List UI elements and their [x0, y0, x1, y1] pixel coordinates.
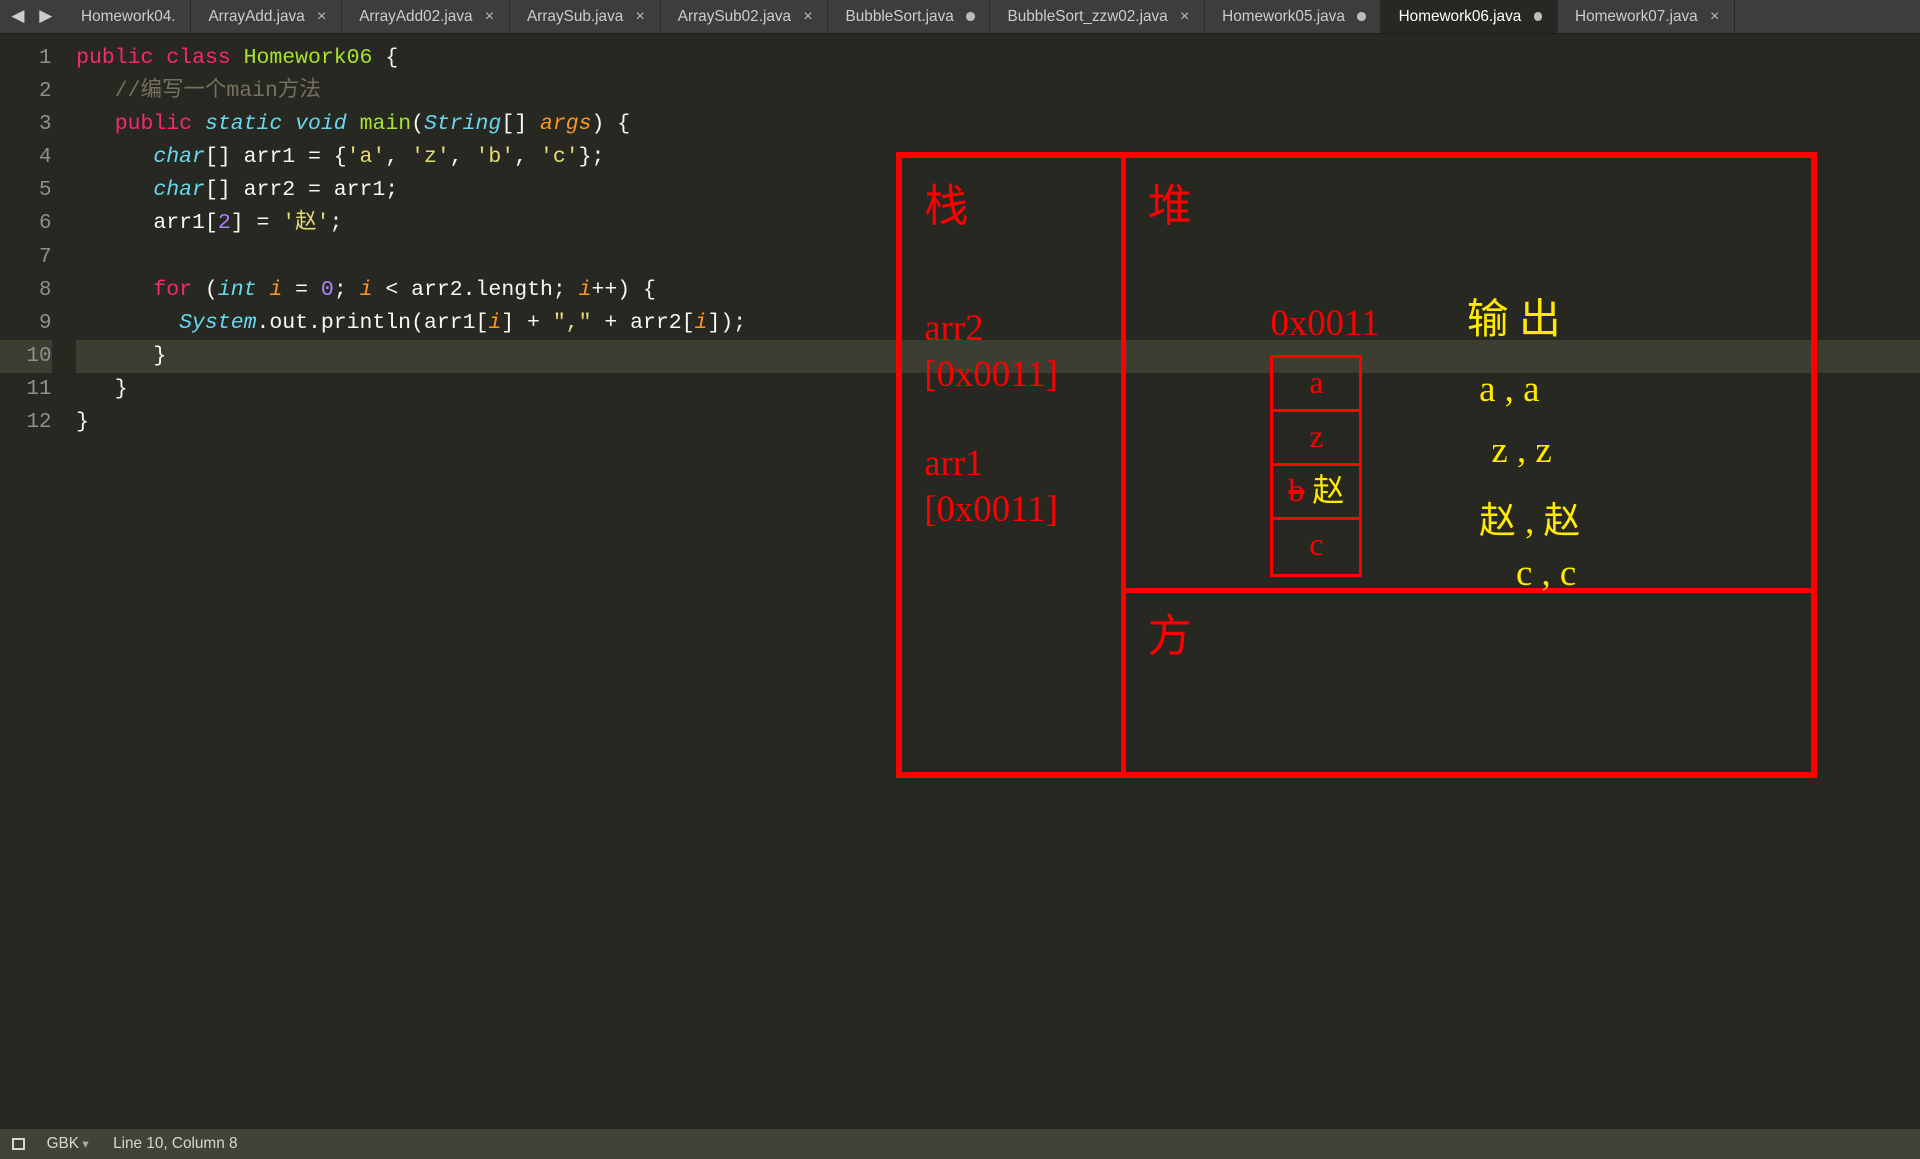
line-number: 10 — [0, 340, 52, 373]
line-number: 9 — [0, 307, 52, 340]
nav-arrows: ◀ ▶ — [0, 0, 64, 33]
tab-arraysub-java[interactable]: ArraySub.java × — [510, 0, 661, 33]
line-number: 11 — [0, 373, 52, 406]
dirty-indicator-icon — [966, 12, 975, 21]
status-bar: GBK Line 10, Column 8 Spaces: 2 Java — [0, 1129, 1920, 1158]
status-icon[interactable] — [12, 1138, 24, 1150]
stack-label: 栈 — [924, 170, 968, 234]
tab-arraysub02-java[interactable]: ArraySub02.java × — [661, 0, 829, 33]
tab-arrayadd-java[interactable]: ArrayAdd.java × — [191, 0, 342, 33]
heap-array-table: a z b 赵 c — [1270, 355, 1362, 577]
close-icon[interactable]: × — [1180, 8, 1189, 26]
tab-homework07-java[interactable]: Homework07.java × — [1558, 0, 1735, 33]
line-number: 2 — [0, 75, 52, 108]
close-icon[interactable]: × — [803, 8, 812, 26]
line-number-gutter: 123456789101112 — [0, 34, 69, 898]
tab-label: ArraySub02.java — [678, 8, 791, 26]
line-number: 7 — [0, 241, 52, 274]
tab-homework06-java[interactable]: Homework06.java — [1381, 0, 1557, 33]
tab-label: Homework06.java — [1399, 8, 1522, 26]
line-number: 6 — [0, 207, 52, 240]
close-icon[interactable]: × — [317, 8, 326, 26]
tab-label: ArrayAdd.java — [208, 8, 304, 26]
tab-arrayadd02-java[interactable]: ArrayAdd02.java × — [342, 0, 510, 33]
dirty-indicator-icon — [1534, 12, 1543, 21]
nav-back-icon[interactable]: ◀ — [11, 6, 24, 27]
tab-bubblesort-java[interactable]: BubbleSort.java — [828, 0, 990, 33]
line-number: 1 — [0, 42, 52, 75]
tab-label: Homework07.java — [1575, 8, 1698, 26]
close-icon[interactable]: × — [636, 8, 645, 26]
line-number: 3 — [0, 108, 52, 141]
tab-bar: ◀ ▶ Homework04.ArrayAdd.java×ArrayAdd02.… — [0, 0, 1920, 34]
line-number: 5 — [0, 174, 52, 207]
close-icon[interactable]: × — [1710, 8, 1719, 26]
output-title: 输 出 — [1467, 286, 1561, 346]
line-number: 8 — [0, 274, 52, 307]
tab-label: ArrayAdd02.java — [359, 8, 472, 26]
line-number: 12 — [0, 406, 52, 439]
memory-diagram: 栈 堆 方 arr2 [0x0011] arr1 [0x0011] 0x0011… — [896, 152, 1817, 778]
editor-area: 123456789101112 public class Homework06 … — [0, 34, 1920, 898]
line-number: 4 — [0, 141, 52, 174]
tab-label: BubbleSort.java — [846, 8, 954, 26]
tab-homework05-java[interactable]: Homework05.java — [1205, 0, 1381, 33]
tab-label: ArraySub.java — [527, 8, 623, 26]
tab-bubblesort_zzw02-java[interactable]: BubbleSort_zzw02.java × — [990, 0, 1205, 33]
tab-label: Homework04. — [81, 8, 176, 26]
method-label: 方 — [1148, 600, 1192, 664]
status-line-col[interactable]: Line 10, Column 8 — [101, 1135, 250, 1153]
nav-forward-icon[interactable]: ▶ — [39, 6, 52, 27]
heap-label: 堆 — [1148, 170, 1192, 234]
dirty-indicator-icon — [1357, 12, 1366, 21]
tab-homework04-[interactable]: Homework04. — [64, 0, 191, 33]
status-encoding[interactable]: GBK — [34, 1135, 100, 1153]
tab-label: Homework05.java — [1222, 8, 1345, 26]
close-icon[interactable]: × — [485, 8, 494, 26]
tab-label: BubbleSort_zzw02.java — [1008, 8, 1168, 26]
